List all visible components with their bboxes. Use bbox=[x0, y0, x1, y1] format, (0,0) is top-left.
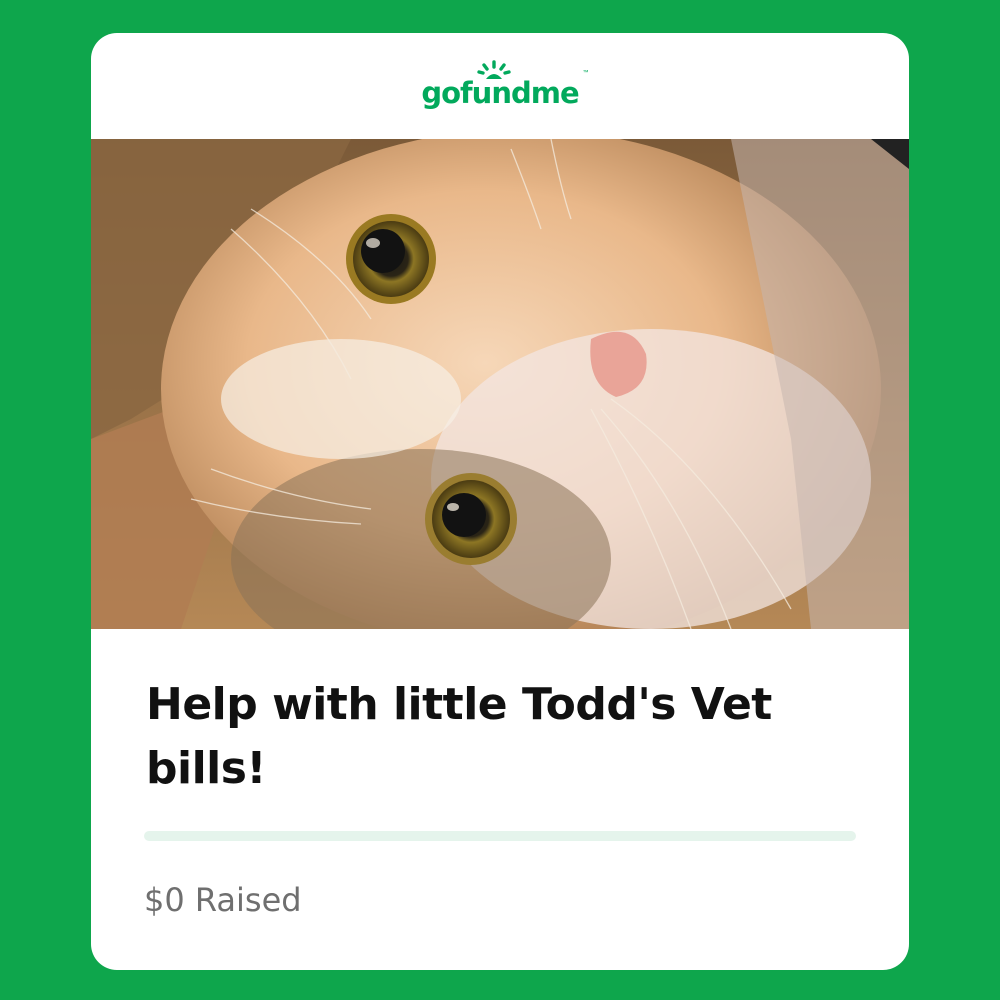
gofundme-logo: gofundme ™ bbox=[421, 60, 589, 110]
campaign-title[interactable]: Help with little Todd's Vet bills! bbox=[146, 673, 846, 801]
sun-icon bbox=[477, 60, 512, 79]
progress-bar bbox=[144, 831, 856, 841]
kitten-photo-illustration bbox=[91, 139, 909, 629]
amount-raised: $0 Raised bbox=[144, 881, 302, 919]
trademark-mark: ™ bbox=[582, 70, 589, 76]
logo-wordmark: gofundme bbox=[421, 76, 579, 110]
card-header: gofundme ™ bbox=[91, 33, 909, 139]
campaign-photo[interactable] bbox=[91, 139, 909, 629]
fundraiser-card[interactable]: gofundme ™ Help with little Todd's Vet b… bbox=[91, 33, 909, 970]
